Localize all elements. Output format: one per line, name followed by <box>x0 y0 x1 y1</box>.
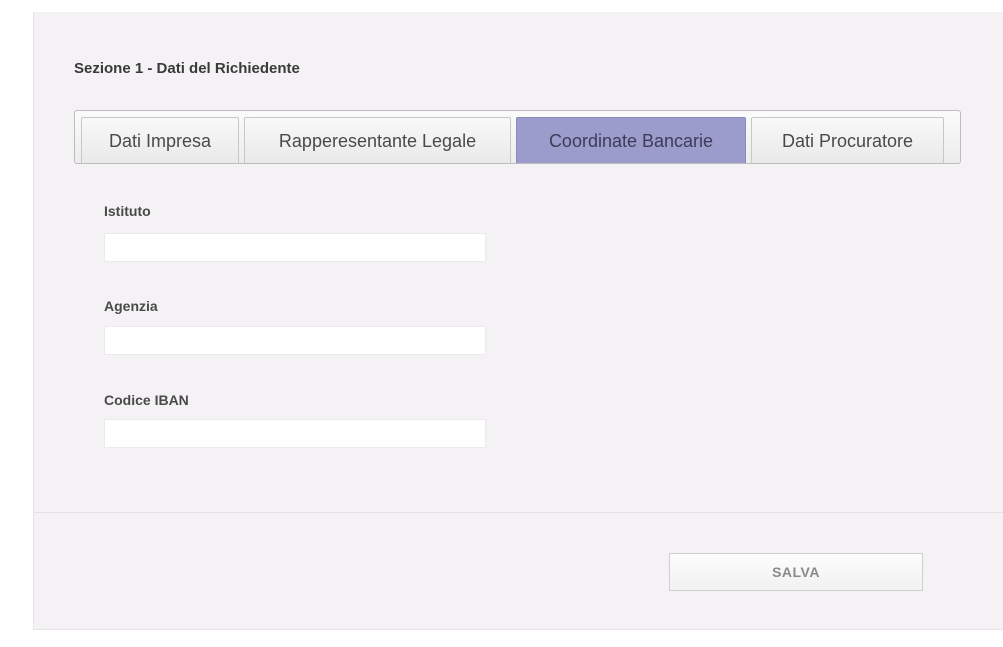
tab-coordinate-bancarie[interactable]: Coordinate Bancarie <box>516 117 746 163</box>
save-button[interactable]: SALVA <box>669 553 923 591</box>
divider <box>34 512 1003 513</box>
agenzia-input[interactable] <box>104 326 486 355</box>
section-title: Sezione 1 - Dati del Richiedente <box>74 60 300 77</box>
codice-iban-input[interactable] <box>104 419 486 448</box>
istituto-input[interactable] <box>104 233 486 262</box>
codice-iban-label: Codice IBAN <box>104 392 189 408</box>
agenzia-label: Agenzia <box>104 298 158 314</box>
form-panel: Sezione 1 - Dati del Richiedente Dati Im… <box>33 12 1003 630</box>
tab-dati-impresa[interactable]: Dati Impresa <box>81 117 239 163</box>
tab-bar: Dati Impresa Rapperesentante Legale Coor… <box>74 110 961 164</box>
tab-dati-procuratore[interactable]: Dati Procuratore <box>751 117 944 163</box>
tab-rappresentante-legale[interactable]: Rapperesentante Legale <box>244 117 511 163</box>
istituto-label: Istituto <box>104 203 151 219</box>
